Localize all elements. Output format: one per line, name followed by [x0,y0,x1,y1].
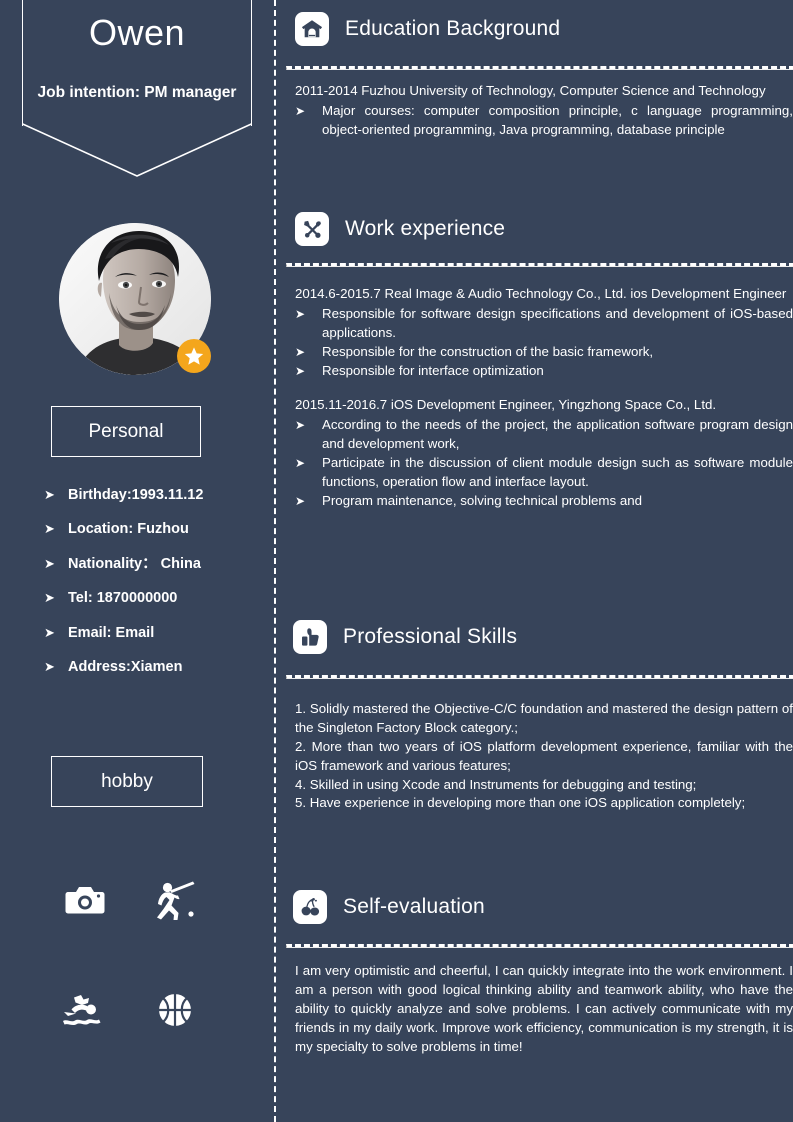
list-item: ➤ Major courses: computer composition pr… [295,102,793,140]
list-item: ➤ Program maintenance, solving technical… [295,492,793,511]
tools-icon [295,212,329,246]
skills-body: 1. Solidly mastered the Objective-C/C fo… [295,700,793,813]
list-item-label: Participate in the discussion of client … [322,455,793,489]
skill-line: 4. Skilled in using Xcode and Instrument… [295,776,697,792]
list-item: ➤ Tel: 1870000000 [44,590,269,607]
star-badge [177,339,211,373]
list-item: ➤ Responsible for the construction of th… [295,343,793,362]
list-item: ➤ According to the needs of the project,… [295,416,793,454]
hobby-icon-grid [40,845,220,1065]
skills-divider [286,675,793,679]
hobby-section-heading: hobby [51,756,203,807]
baseball-player-icon [157,881,195,920]
arrow-bullet-icon: ➤ [44,487,55,502]
education-entry-title: 2011-2014 Fuzhou University of Technolog… [295,83,766,98]
list-item: ➤ Responsible for software design specif… [295,305,793,343]
list-item-label: Location: Fuzhou [68,521,189,538]
hobby-item-swimming [40,955,130,1065]
list-item-label: Major courses: computer composition prin… [322,102,793,137]
work-body: 2014.6-2015.7 Real Image & Audio Technol… [295,285,793,511]
self-evaluation-body: I am very optimistic and cheerful, I can… [295,963,793,1054]
job-bullets: ➤ According to the needs of the project,… [295,416,793,510]
list-item: ➤ Nationality： China [44,556,269,573]
job-entry: 2014.6-2015.7 Real Image & Audio Technol… [295,285,793,380]
work-divider [286,263,793,267]
skill-line: 1. Solidly mastered the Objective-C/C fo… [295,701,793,735]
swimming-icon [63,995,101,1026]
basketball-icon [157,992,193,1028]
arrow-bullet-icon: ➤ [295,363,306,378]
list-item: ➤ Email: Email [44,625,269,642]
list-item: ➤ Participate in the discussion of clien… [295,454,793,492]
education-bullets: ➤ Major courses: computer composition pr… [295,102,793,140]
arrow-bullet-icon: ➤ [295,456,306,470]
banner-chevron-shape [21,123,252,177]
self-evaluation-section-header: Self-evaluation [293,890,485,924]
list-item-label: Address:Xiamen [68,658,183,675]
section-title: Education Background [345,17,561,40]
star-icon [184,347,204,365]
list-item: ➤ Address:Xiamen [44,659,269,676]
hobby-item-basketball [130,955,220,1065]
thumbs-up-icon-glyph [301,627,319,646]
candidate-name: Owen [88,12,186,53]
job-entry: 2015.11-2016.7 iOS Development Engineer,… [295,396,793,510]
arrow-bullet-icon: ➤ [44,555,55,571]
list-item-label: According to the needs of the project, t… [322,417,793,452]
cherries-icon [293,890,327,924]
hobby-item-baseball [130,845,220,955]
self-evaluation-divider [286,944,793,948]
avatar [59,223,211,375]
list-item: ➤ Birthday:1993.11.12 [44,487,269,504]
skills-section-header: Professional Skills [293,620,517,654]
education-section-header: Education Background [295,12,560,46]
name-banner: Owen Job intention: PM manager [21,0,252,177]
list-item-label: Nationality： China [68,555,201,572]
section-title: Professional Skills [343,625,518,648]
arrow-bullet-icon: ➤ [44,521,55,537]
arrow-bullet-icon: ➤ [295,306,306,321]
resume-page: Owen Job intention: PM manager Personal … [0,0,793,1122]
personal-section-heading: Personal [51,406,201,457]
arrow-bullet-icon: ➤ [295,103,306,118]
skill-line: 5. Have experience in developing more th… [295,795,746,811]
job-bullets: ➤ Responsible for software design specif… [295,305,793,381]
thumbs-up-icon [293,620,327,654]
arrow-bullet-icon: ➤ [295,493,306,508]
cherries-icon-glyph [301,897,319,916]
main-content: Education Background 2011-2014 Fuzhou Un… [286,0,793,1122]
list-item-label: Program maintenance, solving technical p… [322,492,643,508]
list-item-label: Email: Email [68,624,155,641]
camera-icon [65,887,105,914]
arrow-bullet-icon: ➤ [295,418,306,433]
list-item-label: Birthday:1993.11.12 [68,487,204,503]
list-item-label: Tel: 1870000000 [68,590,178,607]
job-intention: Job intention: PM manager [37,84,237,101]
list-item-label: Responsible for the construction of the … [322,343,654,359]
list-item: ➤ Responsible for interface optimization [295,362,793,381]
job-entry-title: 2015.11-2016.7 iOS Development Engineer,… [295,397,717,413]
list-item-label: Responsible for interface optimization [322,362,544,378]
school-house-icon-glyph [301,20,323,38]
arrow-bullet-icon: ➤ [44,624,55,640]
job-entry-title: 2014.6-2015.7 Real Image & Audio Technol… [295,286,787,301]
tools-icon-glyph [303,220,321,238]
hobby-item-photography [40,845,130,955]
education-divider [286,66,793,70]
left-sidebar: Owen Job intention: PM manager Personal … [0,0,271,1122]
arrow-bullet-icon: ➤ [44,658,55,674]
vertical-dashed-divider [274,0,276,1122]
list-item: ➤ Location: Fuzhou [44,521,269,538]
education-body: 2011-2014 Fuzhou University of Technolog… [295,82,793,140]
section-title: Work experience [345,217,506,240]
work-section-header: Work experience [295,212,505,246]
arrow-bullet-icon: ➤ [44,590,55,606]
skill-line: 2. More than two years of iOS platform d… [295,738,793,773]
personal-info-list: ➤ Birthday:1993.11.12 ➤ Location: Fuzhou… [44,487,269,693]
school-house-icon [295,12,329,46]
section-title: Self-evaluation [343,895,485,918]
list-item-label: Responsible for software design specific… [322,305,793,340]
arrow-bullet-icon: ➤ [295,344,306,359]
